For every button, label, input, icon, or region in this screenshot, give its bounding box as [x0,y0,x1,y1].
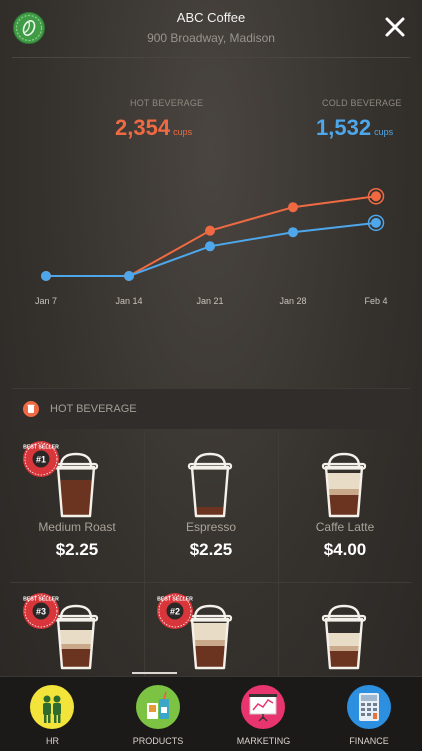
tab-label: MARKETING [236,736,291,746]
x-tick-label: Jan 14 [115,296,143,306]
product-name: Espresso [185,520,237,534]
hot-beverage-label: HOT BEVERAGE [130,98,204,108]
presentation-chart-icon-glyph [249,694,277,722]
badge-text: BEST SELLER [157,597,193,603]
product-grid: Medium Roast $2.25 #1 BEST SELLER Espres… [10,430,412,735]
product-price: $2.25 [55,540,99,559]
milk-layer [58,644,94,649]
drinks-icon-glyph [146,691,169,719]
people-icon [30,685,74,729]
hot-beverage-unit: cups [173,127,193,137]
badge-text: BEST SELLER [23,445,59,451]
best-seller-badge: #1 BEST SELLER [23,441,59,477]
coffee-cup-icon [321,604,367,670]
x-tick-label: Jan 7 [34,296,58,306]
tab-label: HR [46,736,59,746]
tab-marketing[interactable]: MARKETING [211,677,316,751]
series-point-hot [288,202,298,213]
series-point-cold [124,271,134,281]
tab-products[interactable]: PRODUCTS [106,677,211,751]
active-tab-indicator [132,672,177,674]
series-point-cold [288,227,298,238]
product-name: Caffe Latte [315,520,375,534]
product-price: $4.00 [323,540,367,559]
best-seller-badge: #3 BEST SELLER [23,593,59,629]
badge-rank: #3 [36,607,46,617]
tab-finance[interactable]: FINANCE [317,677,422,751]
series-point-cold [371,217,381,228]
badge-rank: #2 [170,607,180,617]
x-tick-label: Jan 28 [279,296,307,306]
milk-layer [326,646,362,651]
milk-layer [326,489,362,495]
best-seller-badge: #2 BEST SELLER [157,593,193,629]
header: ABC Coffee 900 Broadway, Madison [0,0,422,58]
calculator-icon-glyph [358,693,379,721]
calculator-icon [346,685,391,729]
hot-cup-glyph [27,404,35,413]
product-card[interactable]: Caffe Latte $4.00 [278,430,412,583]
x-tick-label: Jan 21 [196,296,224,306]
badge-text: BEST SELLER [23,597,59,603]
hot-beverage-count: 2,354 [115,115,171,140]
cups-trend-chart [41,188,385,281]
milk-layer [192,640,228,646]
hot-beverage-value: 2,354 cups [115,115,192,141]
series-point-hot [205,225,215,236]
product-card[interactable]: Medium Roast $2.25 #1 BEST SELLER [10,430,145,583]
product-name: Medium Roast [38,520,116,534]
bottom-tab-bar: HR PRODUCTS MARKETING FINANCE [0,676,422,751]
cold-beverage-label: COLD BEVERAGE [322,98,402,108]
series-point-cold [41,271,51,281]
series-point-cold [205,241,215,252]
badge-rank: #1 [36,455,46,465]
store-name: ABC Coffee [176,10,246,25]
drinks-icon [135,685,180,729]
presentation-chart-icon [241,685,285,729]
tab-hr[interactable]: HR [0,677,105,751]
cold-beverage-count: 1,532 [316,115,372,140]
coffee-cup-icon [187,452,233,518]
tab-label: PRODUCTS [132,736,184,746]
product-card[interactable]: Espresso $2.25 [144,430,279,583]
series-point-hot [371,191,381,202]
hot-cup-icon [23,401,39,417]
x-tick-label: Feb 4 [364,296,388,306]
section-label: HOT BEVERAGE [50,403,137,415]
cold-beverage-value: 1,532 cups [316,115,393,141]
people-icon-glyph [43,695,61,723]
header-divider [12,57,410,58]
tab-label: FINANCE [349,736,389,746]
product-price: $2.25 [189,540,233,559]
series-line-hot [46,195,377,277]
coffee-fill [192,507,228,516]
section-header-hot-beverage[interactable]: HOT BEVERAGE [12,388,410,429]
coffee-cup-icon [321,452,367,518]
cold-beverage-unit: cups [374,127,394,137]
store-address: 900 Broadway, Madison [147,31,275,45]
close-icon[interactable] [384,16,406,38]
